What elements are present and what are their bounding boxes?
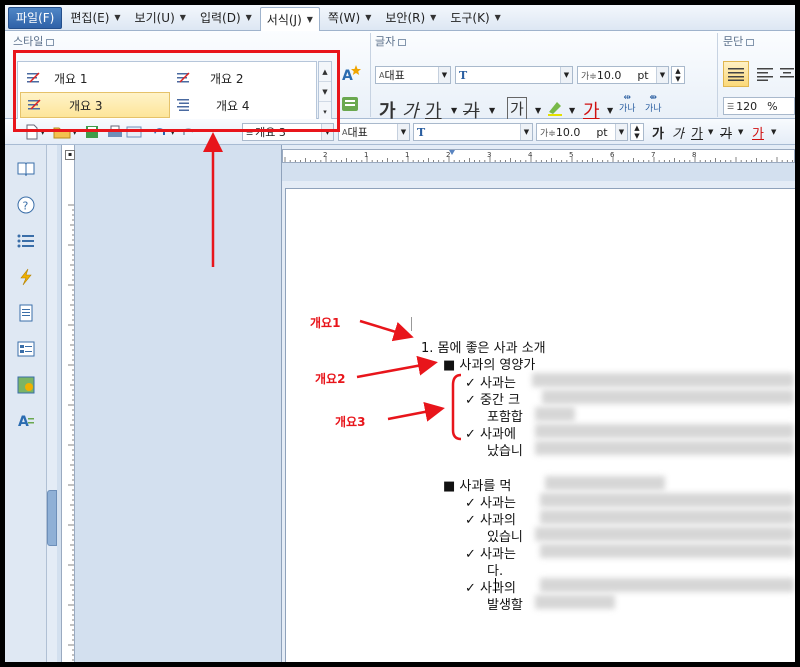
annotation-arrows: [203, 132, 462, 441]
app-window: 파일(F) 편집(E) ▼ 보기(U) ▼ 입력(D) ▼ 서식(J) ▼ 쪽(W) ▼ …: [5, 5, 795, 662]
